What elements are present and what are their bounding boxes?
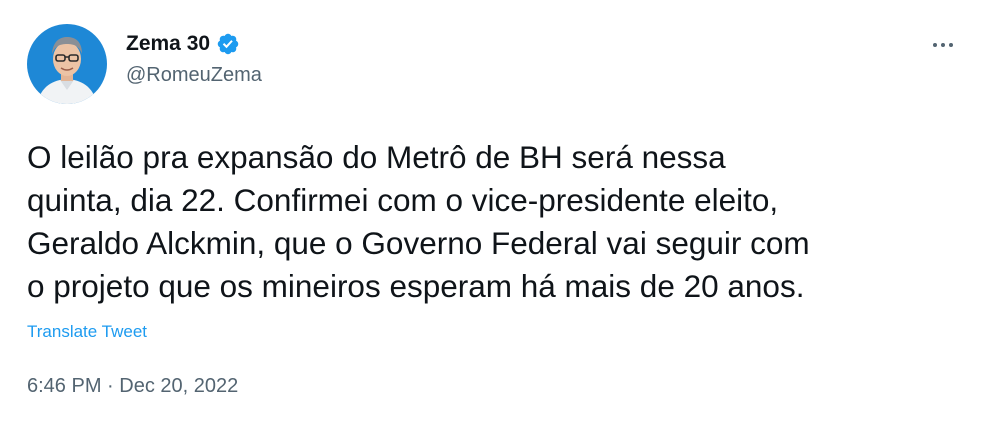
profile-photo bbox=[27, 24, 107, 104]
verified-badge-icon bbox=[216, 32, 240, 56]
author-handle[interactable]: @RomeuZema bbox=[126, 64, 262, 87]
author-name-row: Zema 30 bbox=[126, 29, 240, 59]
author-display-name[interactable]: Zema 30 bbox=[126, 32, 210, 56]
more-options-icon-dot bbox=[941, 43, 945, 47]
more-options-icon-dot bbox=[949, 43, 953, 47]
tweet-text: O leilão pra expansão do Metrô de BH ser… bbox=[27, 139, 810, 304]
translate-tweet-link[interactable]: Translate Tweet bbox=[27, 322, 147, 342]
more-options-button[interactable] bbox=[918, 30, 968, 60]
more-options-icon bbox=[933, 43, 937, 47]
tweet-timestamp[interactable]: 6:46 PM · Dec 20, 2022 bbox=[27, 375, 238, 398]
avatar[interactable] bbox=[27, 24, 107, 104]
